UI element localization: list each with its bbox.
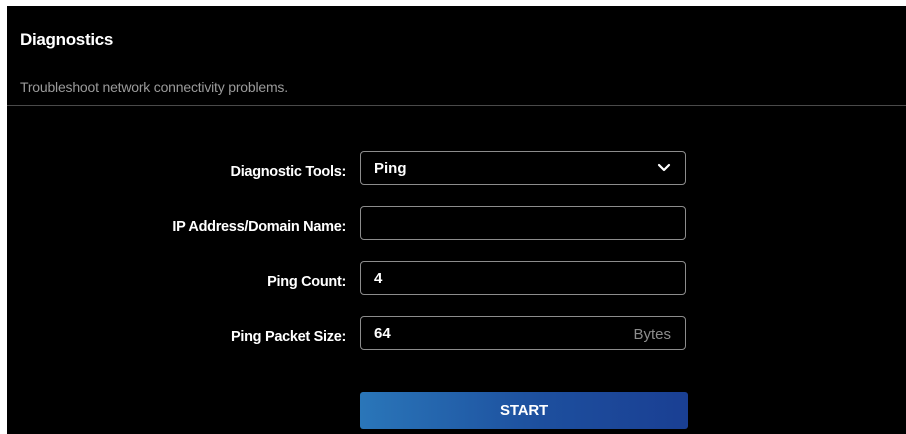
- diagnostic-tools-selected-value: Ping: [374, 160, 407, 177]
- ping-count-input[interactable]: [361, 262, 685, 294]
- header-divider: [7, 105, 906, 106]
- diagnostics-panel: Diagnostics Troubleshoot network connect…: [7, 6, 906, 434]
- ip-address-field: [360, 206, 686, 240]
- chevron-down-icon: [657, 163, 671, 172]
- page-title: Diagnostics: [20, 30, 114, 49]
- packet-size-field: Bytes: [360, 316, 686, 350]
- packet-size-unit: Bytes: [633, 326, 671, 343]
- ping-count-field: [360, 261, 686, 295]
- ip-address-input[interactable]: [361, 207, 685, 239]
- ping-count-label: Ping Count:: [267, 274, 346, 290]
- diagnostic-tools-select[interactable]: Ping: [360, 151, 686, 185]
- ip-address-label: IP Address/Domain Name:: [172, 219, 346, 235]
- packet-size-label: Ping Packet Size:: [231, 329, 346, 345]
- page-description: Troubleshoot network connectivity proble…: [20, 79, 288, 95]
- start-button[interactable]: START: [360, 392, 688, 429]
- diagnostic-tools-label: Diagnostic Tools:: [230, 164, 347, 180]
